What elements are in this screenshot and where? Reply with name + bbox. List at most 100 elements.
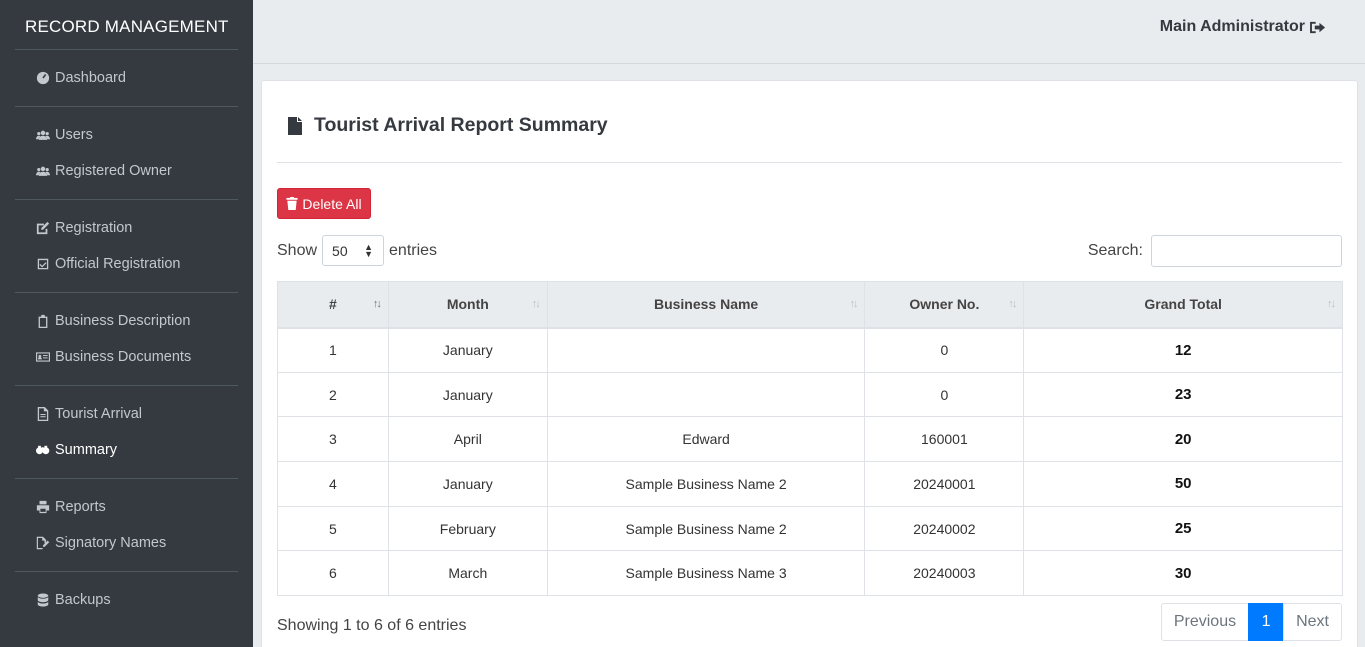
search-label: Search: — [1087, 242, 1143, 259]
column-header-owner-no[interactable]: Owner No. ↑↓ — [864, 281, 1025, 329]
column-label: Business Name — [653, 296, 759, 313]
sidebar-item-dashboard[interactable]: Dashboard — [15, 60, 238, 96]
cell-month: March — [387, 550, 548, 597]
user-menu[interactable]: Main Administrator — [1160, 18, 1327, 36]
sidebar-item-label: Registration — [55, 220, 133, 236]
sidebar: RECORD MANAGEMENT Dashboard Users Regist… — [0, 0, 253, 647]
id-card-icon — [35, 349, 51, 365]
cell-owner-no: 20240001 — [864, 461, 1025, 507]
search-input[interactable] — [1151, 235, 1342, 267]
cell-month: April — [387, 416, 548, 463]
sort-icon: ↑↓ — [1008, 298, 1017, 310]
nav-group: Dashboard — [15, 50, 238, 107]
sort-icon: ↑↓ — [372, 298, 382, 310]
edit-icon — [35, 220, 51, 236]
sidebar-item-label: Summary — [55, 442, 118, 458]
sidebar-item-label: Business Description — [55, 313, 191, 329]
cell-month: January — [387, 371, 548, 418]
cell-number: 4 — [277, 461, 389, 507]
page-1-button[interactable]: 1 — [1248, 603, 1285, 641]
table-info: Showing 1 to 6 of 6 entries — [277, 617, 467, 634]
sidebar-item-backups[interactable]: Backups — [15, 582, 238, 618]
sidebar-item-official-registration[interactable]: Official Registration — [15, 246, 238, 282]
sidebar-item-label: Dashboard — [55, 70, 126, 86]
table-row: 4 January Sample Business Name 2 2024000… — [277, 461, 1343, 507]
sidebar-item-label: Official Registration — [55, 256, 181, 272]
delete-all-label: Delete All — [302, 195, 362, 212]
column-header-business-name[interactable]: Business Name ↑↓ — [546, 281, 866, 329]
column-header-number[interactable]: # ↑↓ — [277, 281, 389, 329]
page-title: Tourist Arrival Report Summary — [288, 114, 608, 137]
cell-owner-no: 20240003 — [864, 550, 1025, 597]
sidebar-item-registration[interactable]: Registration — [15, 210, 238, 246]
binoculars-icon — [35, 442, 51, 458]
cell-grand-total: 23 — [1023, 371, 1343, 418]
table-row: 1 January 0 12 — [277, 327, 1343, 373]
column-label: Grand Total — [1144, 296, 1222, 313]
clipboard-icon — [35, 313, 51, 329]
cell-number: 6 — [277, 550, 389, 597]
sidebar-item-label: Tourist Arrival — [55, 406, 143, 422]
table-row: 2 January 0 23 — [277, 371, 1343, 418]
sort-icon: ↑↓ — [531, 298, 541, 310]
cell-grand-total: 30 — [1023, 550, 1343, 597]
sidebar-item-label: Business Documents — [55, 349, 192, 365]
cell-business-name: Sample Business Name 3 — [546, 550, 866, 597]
cell-business-name — [546, 327, 866, 373]
sidebar-item-tourist-arrival[interactable]: Tourist Arrival — [15, 396, 238, 432]
cell-owner-no: 0 — [864, 371, 1025, 418]
sidebar-item-registered-owner[interactable]: Registered Owner — [15, 153, 238, 189]
cell-owner-no: 20240002 — [864, 505, 1025, 552]
cell-business-name: Edward — [546, 416, 866, 463]
brand-title[interactable]: RECORD MANAGEMENT — [15, 0, 238, 50]
database-icon — [35, 592, 51, 608]
table-search: Search: — [1088, 235, 1342, 267]
cell-month: February — [387, 505, 548, 552]
column-header-month[interactable]: Month ↑↓ — [387, 281, 548, 329]
summary-table: # ↑↓ Month ↑↓ Business Name ↑↓ Owner No. ↑↓ … — [277, 281, 1343, 597]
cell-number: 3 — [277, 416, 389, 463]
table-row: 3 April Edward 160001 20 — [277, 416, 1343, 463]
cell-month: January — [387, 461, 548, 507]
table-row: 6 March Sample Business Name 3 20240003 … — [277, 550, 1343, 597]
cell-grand-total: 12 — [1023, 327, 1343, 373]
sidebar-item-signatory-names[interactable]: Signatory Names — [15, 525, 238, 561]
users-icon — [35, 127, 51, 143]
length-entries-label: entries — [389, 241, 438, 259]
chevron-updown-icon: ▲ ▼ — [364, 242, 374, 259]
cell-owner-no: 160001 — [864, 416, 1025, 463]
cell-business-name — [546, 371, 866, 418]
divider — [277, 162, 1342, 163]
sidebar-item-business-description[interactable]: Business Description — [15, 303, 238, 339]
nav-group: Tourist Arrival Summary — [15, 386, 238, 479]
cell-grand-total: 20 — [1023, 416, 1343, 463]
print-icon — [35, 499, 51, 515]
entries-select-value: 50 — [332, 242, 348, 259]
sidebar-item-users[interactable]: Users — [15, 117, 238, 153]
cell-grand-total: 50 — [1023, 461, 1343, 507]
sidebar-item-label: Signatory Names — [55, 535, 167, 551]
nav-group: Business Description Business Documents — [15, 293, 238, 386]
cell-business-name: Sample Business Name 2 — [546, 505, 866, 552]
entries-length: Show 50 ▲ ▼ entries — [277, 235, 437, 266]
trash-icon — [286, 197, 298, 210]
check-square-icon — [35, 256, 51, 272]
sign-out-icon[interactable] — [1310, 20, 1327, 35]
sidebar-item-summary[interactable]: Summary — [15, 432, 238, 468]
summary-card: Tourist Arrival Report Summary Delete Al… — [261, 80, 1358, 647]
table-header-row: # ↑↓ Month ↑↓ Business Name ↑↓ Owner No. ↑↓ … — [277, 281, 1343, 329]
table-row: 5 February Sample Business Name 2 202400… — [277, 505, 1343, 552]
sidebar-item-label: Registered Owner — [55, 163, 172, 179]
cell-number: 1 — [277, 327, 389, 373]
sidebar-item-reports[interactable]: Reports — [15, 489, 238, 525]
previous-page-button[interactable]: Previous — [1160, 603, 1250, 641]
nav-group: Users Registered Owner — [15, 107, 238, 200]
page-title-text: Tourist Arrival Report Summary — [314, 114, 608, 136]
sidebar-item-label: Reports — [55, 499, 106, 515]
next-page-button[interactable]: Next — [1283, 603, 1342, 641]
sidebar-item-business-documents[interactable]: Business Documents — [15, 339, 238, 375]
entries-select[interactable]: 50 ▲ ▼ — [322, 235, 385, 266]
cell-owner-no: 0 — [864, 327, 1025, 373]
column-header-grand-total[interactable]: Grand Total ↑↓ — [1023, 281, 1343, 329]
delete-all-button[interactable]: Delete All — [277, 188, 371, 219]
